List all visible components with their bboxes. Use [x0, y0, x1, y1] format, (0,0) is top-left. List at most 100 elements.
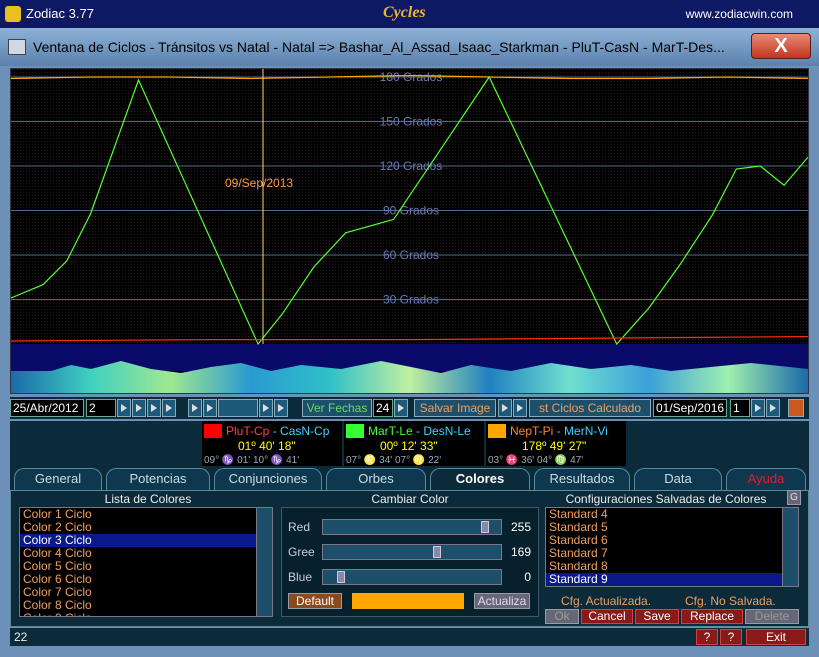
tab-ayuda[interactable]: Ayuda [726, 468, 806, 490]
cycle-2-name-a: MarT-Le [368, 424, 413, 438]
step-prev-icon[interactable] [147, 399, 161, 417]
prev-icon[interactable] [203, 399, 217, 417]
cycle-3-degree: 178º 49' 27" [522, 439, 587, 453]
cycle-2-degree: 00º 12' 33" [380, 439, 438, 453]
saved-configs-list[interactable]: Standard 4 Standard 5 Standard 6 Standard 7… [545, 507, 799, 587]
zodiac-app-icon [5, 6, 21, 22]
control-bar: 25/Abr/2012 2 Ver Fechas 24 Salvar Image… [10, 397, 809, 419]
undo-icon[interactable] [498, 399, 512, 417]
window-title: Ventana de Ciclos - Tránsitos vs Natal -… [33, 39, 725, 55]
ver-fechas-button[interactable]: Ver Fechas [302, 399, 372, 417]
first-icon[interactable] [188, 399, 202, 417]
green-label: Gree [288, 545, 315, 559]
app-title-bar: Zodiac 3.77 Cycles www.zodiacwin.com [0, 0, 819, 28]
app-url[interactable]: www.zodiacwin.com [686, 7, 793, 21]
window-icon [8, 39, 26, 55]
status-number: 22 [14, 630, 28, 644]
cycles-chart[interactable]: 180 Grados 150 Grados 120 Grados 90 Grados 6… [10, 68, 809, 394]
color-list-scrollbar[interactable] [256, 508, 272, 616]
actualiza-button[interactable]: Actualiza [474, 593, 530, 609]
tab-conjunciones[interactable]: Conjunciones [214, 468, 322, 490]
default-button[interactable]: Default [288, 593, 342, 609]
salvar-image-button[interactable]: Salvar Image [414, 399, 496, 417]
exit-button[interactable]: Exit [746, 629, 806, 645]
step-next-icon[interactable] [162, 399, 176, 417]
cycle-3-color-swatch [488, 424, 506, 438]
green-slider[interactable] [322, 544, 502, 560]
color-list-title: Lista de Colores [104, 492, 192, 506]
cycle-1-degree: 01º 40' 18" [238, 439, 296, 453]
cycle-1-color-swatch [204, 424, 222, 438]
g-button[interactable]: G [787, 490, 801, 505]
list-ciclos-button[interactable]: st Ciclos Calculado [529, 399, 651, 417]
num-field[interactable]: 1 [730, 399, 750, 417]
step-up-icon[interactable] [117, 399, 131, 417]
saved-config-item[interactable]: Standard 9 [546, 573, 798, 586]
date-to-field[interactable]: 01/Sep/2016 [653, 399, 727, 417]
last-icon[interactable] [274, 399, 288, 417]
change-color-title: Cambiar Color [371, 492, 449, 506]
color-preview-swatch [352, 593, 464, 609]
delete-button[interactable]: Delete [745, 609, 799, 624]
cycle-3-name-a: NepT-Pi [510, 424, 554, 438]
date-from-field[interactable]: 25/Abr/2012 [10, 399, 84, 417]
help-button-b[interactable]: ? [720, 629, 742, 645]
cycle-2-name-b: - DesN-Le [412, 424, 471, 438]
ok-button[interactable]: Ok [545, 609, 579, 624]
tab-colores[interactable]: Colores [430, 468, 530, 490]
redo-icon[interactable] [513, 399, 527, 417]
y-tick-label: 60 Grados [383, 248, 439, 262]
cycle-1-name-b: - CasN-Cp [269, 424, 330, 438]
y-tick-label: 90 Grados [383, 204, 439, 218]
cycle-3-positions: 03° ♓ 36' 04° ♍ 47' [488, 455, 584, 466]
num-up-icon[interactable] [751, 399, 765, 417]
cycle-2-positions: 07° ♌ 34' 07° ♌ 22' [346, 455, 442, 466]
red-value: 255 [510, 520, 531, 534]
y-tick-label: 30 Grados [383, 293, 439, 307]
cycle-2-color-swatch [346, 424, 364, 438]
cycle-pair-2[interactable]: MarT-Le - DesN-Le 00º 12' 33" 07° ♌ 34' … [344, 421, 484, 466]
count-field[interactable]: 24 [373, 399, 393, 417]
cancel-button[interactable]: Cancel [581, 609, 633, 624]
save-button[interactable]: Save [635, 609, 679, 624]
blue-label: Blue [288, 570, 313, 584]
blue-slider[interactable] [322, 569, 502, 585]
red-slider[interactable] [322, 519, 502, 535]
count-spin-icon[interactable] [394, 399, 408, 417]
tab-resultados[interactable]: Resultados [534, 468, 630, 490]
blue-slider-thumb[interactable] [337, 571, 345, 583]
date-scrollbar[interactable] [218, 399, 258, 417]
close-button[interactable]: X [751, 33, 811, 59]
tab-potencias[interactable]: Potencias [106, 468, 210, 490]
step-down-icon[interactable] [132, 399, 146, 417]
green-value: 169 [510, 545, 531, 559]
app-title: Zodiac 3.77 [26, 6, 94, 21]
settings-tabs: General Potencias Conjunciones Orbes Col… [10, 466, 809, 490]
blue-value: 0 [524, 570, 531, 584]
replace-button[interactable]: Replace [681, 609, 743, 624]
cycle-pair-1[interactable]: PluT-Cp - CasN-Cp 01º 40' 18" 09° ♑ 01' … [202, 421, 342, 466]
tab-data[interactable]: Data [634, 468, 722, 490]
cycle-pair-3[interactable]: NepT-Pi - MerN-Vi 178º 49' 27" 03° ♓ 36'… [486, 421, 626, 466]
tab-general[interactable]: General [14, 468, 102, 490]
y-tick-label: 180 Grados [380, 70, 443, 84]
color-list[interactable]: Color 1 Ciclo Color 2 Ciclo Color 3 Ciclo C… [19, 507, 273, 617]
next-icon[interactable] [259, 399, 273, 417]
cycle-pairs-panel: PluT-Cp - CasN-Cp 01º 40' 18" 09° ♑ 01' … [10, 421, 809, 466]
color-list-item[interactable]: Color 9 Ciclo [20, 612, 272, 617]
colors-panel: Lista de Colores Color 1 Ciclo Color 2 Ci… [10, 490, 809, 627]
saved-configs-title: Configuraciones Salvadas de Colores [565, 492, 767, 506]
step-field[interactable]: 2 [86, 399, 116, 417]
configs-scrollbar[interactable] [782, 508, 798, 586]
green-slider-thumb[interactable] [433, 546, 441, 558]
app-center-title: Cycles [383, 4, 426, 21]
help-button-a[interactable]: ? [696, 629, 718, 645]
cfg-updated-status: Cfg. Actualizada. [561, 594, 652, 608]
cursor-date-label: 09/Sep/2013 [225, 176, 293, 190]
tab-orbes[interactable]: Orbes [326, 468, 426, 490]
num-down-icon[interactable] [766, 399, 780, 417]
cycle-3-name-b: - MerN-Vi [553, 424, 608, 438]
red-slider-thumb[interactable] [481, 521, 489, 533]
down-arrow-icon[interactable] [788, 399, 804, 417]
y-tick-label: 150 Grados [380, 115, 443, 129]
